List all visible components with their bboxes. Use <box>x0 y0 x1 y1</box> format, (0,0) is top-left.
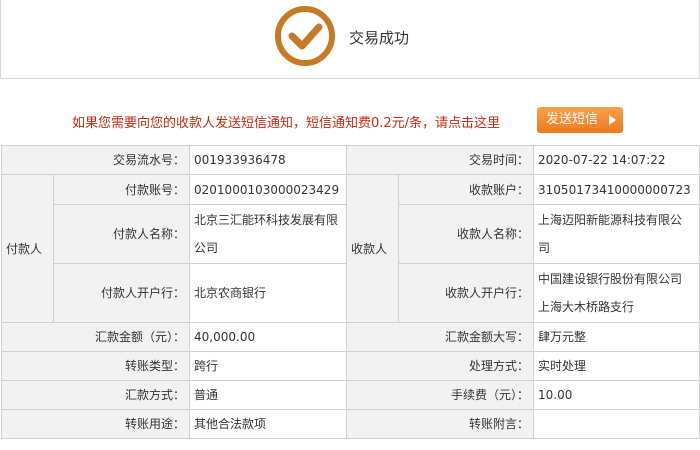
payer-name-value: 北京三汇能环科技发展有限 公司 <box>189 204 348 264</box>
transfer-type-label: 转账类型： <box>0 351 191 381</box>
time-value: 2020-07-22 14:07:22 <box>533 145 700 175</box>
table-row: 转账用途： 其他合法款项 转账附言： <box>0 409 700 439</box>
process-label: 处理方式： <box>346 351 535 381</box>
payer-bank-label: 付款人开户行： <box>52 263 191 323</box>
remit-method-value: 普通 <box>189 380 348 410</box>
amount-upper-label: 汇款金额大写： <box>346 322 535 352</box>
success-banner: 交易成功 <box>0 0 700 79</box>
fee-label: 手续费（元）： <box>346 380 535 410</box>
page-title: 交易成功 <box>349 29 410 47</box>
table-row: 转账类型： 跨行 处理方式： 实时处理 <box>0 351 700 381</box>
play-arrow-icon <box>609 115 616 125</box>
table-row: 交易流水号： 001933936478 交易时间： 2020-07-22 14:… <box>0 145 700 175</box>
note-label: 转账附言： <box>346 409 535 439</box>
table-row: 付款人 付款账号： 0201000103000023429 收款人 收款账户： … <box>1 174 700 323</box>
serial-label: 交易流水号： <box>0 145 191 175</box>
process-value: 实时处理 <box>533 351 700 381</box>
payee-account-value: 31050173410000000723 <box>533 174 700 205</box>
payee-bank-line: 中国建设银行股份有限公司 <box>538 272 683 286</box>
send-sms-button[interactable]: 发送短信 <box>537 107 623 133</box>
amount-upper-value: 肆万元整 <box>533 322 700 352</box>
payee-name-line: 上海迈阳新能源科技有限公 <box>538 213 683 227</box>
remit-method-label: 汇款方式： <box>0 380 191 410</box>
time-label: 交易时间： <box>346 145 535 175</box>
transfer-type-value: 跨行 <box>189 351 348 381</box>
payee-bank-label: 收款人开户行： <box>398 263 535 323</box>
amount-value: 40,000.00 <box>189 322 348 352</box>
payer-group-label: 付款人 <box>1 174 54 323</box>
payer-name-line: 公司 <box>194 241 219 255</box>
check-circle-icon <box>275 6 335 66</box>
sms-notice: 如果您需要向您的收款人发送短信通知，短信通知费0.2元/条，请点击这里 发送短信 <box>0 105 700 135</box>
payee-group-label: 收款人 <box>346 174 400 323</box>
payer-account-label: 付款账号： <box>52 174 191 205</box>
serial-value: 001933936478 <box>189 145 348 175</box>
payee-account-label: 收款账户： <box>398 174 535 205</box>
payee-name-value: 上海迈阳新能源科技有限公 司 <box>533 204 700 264</box>
payer-name-label: 付款人名称： <box>52 204 191 264</box>
payer-name-line: 北京三汇能环科技发展有限 <box>194 213 339 227</box>
payer-bank-value: 北京农商银行 <box>189 263 348 323</box>
sms-notice-text: 如果您需要向您的收款人发送短信通知，短信通知费0.2元/条，请点击这里 <box>72 116 501 131</box>
payee-name-line: 司 <box>538 241 551 255</box>
purpose-value: 其他合法款项 <box>189 409 348 439</box>
amount-label: 汇款金额（元）： <box>0 322 191 352</box>
table-row: 汇款金额（元）： 40,000.00 汇款金额大写： 肆万元整 <box>0 322 700 352</box>
fee-value: 10.00 <box>533 380 700 410</box>
send-sms-button-label: 发送短信 <box>546 112 599 127</box>
payee-name-label: 收款人名称： <box>398 204 535 264</box>
transaction-detail-table: 交易流水号： 001933936478 交易时间： 2020-07-22 14:… <box>0 145 700 439</box>
payee-bank-value: 中国建设银行股份有限公司 上海大木桥路支行 <box>533 263 700 323</box>
note-value <box>533 409 700 439</box>
purpose-label: 转账用途： <box>0 409 191 439</box>
table-row: 汇款方式： 普通 手续费（元）： 10.00 <box>0 380 700 410</box>
payer-account-value: 0201000103000023429 <box>189 174 348 205</box>
payee-bank-line: 上海大木桥路支行 <box>538 300 635 314</box>
